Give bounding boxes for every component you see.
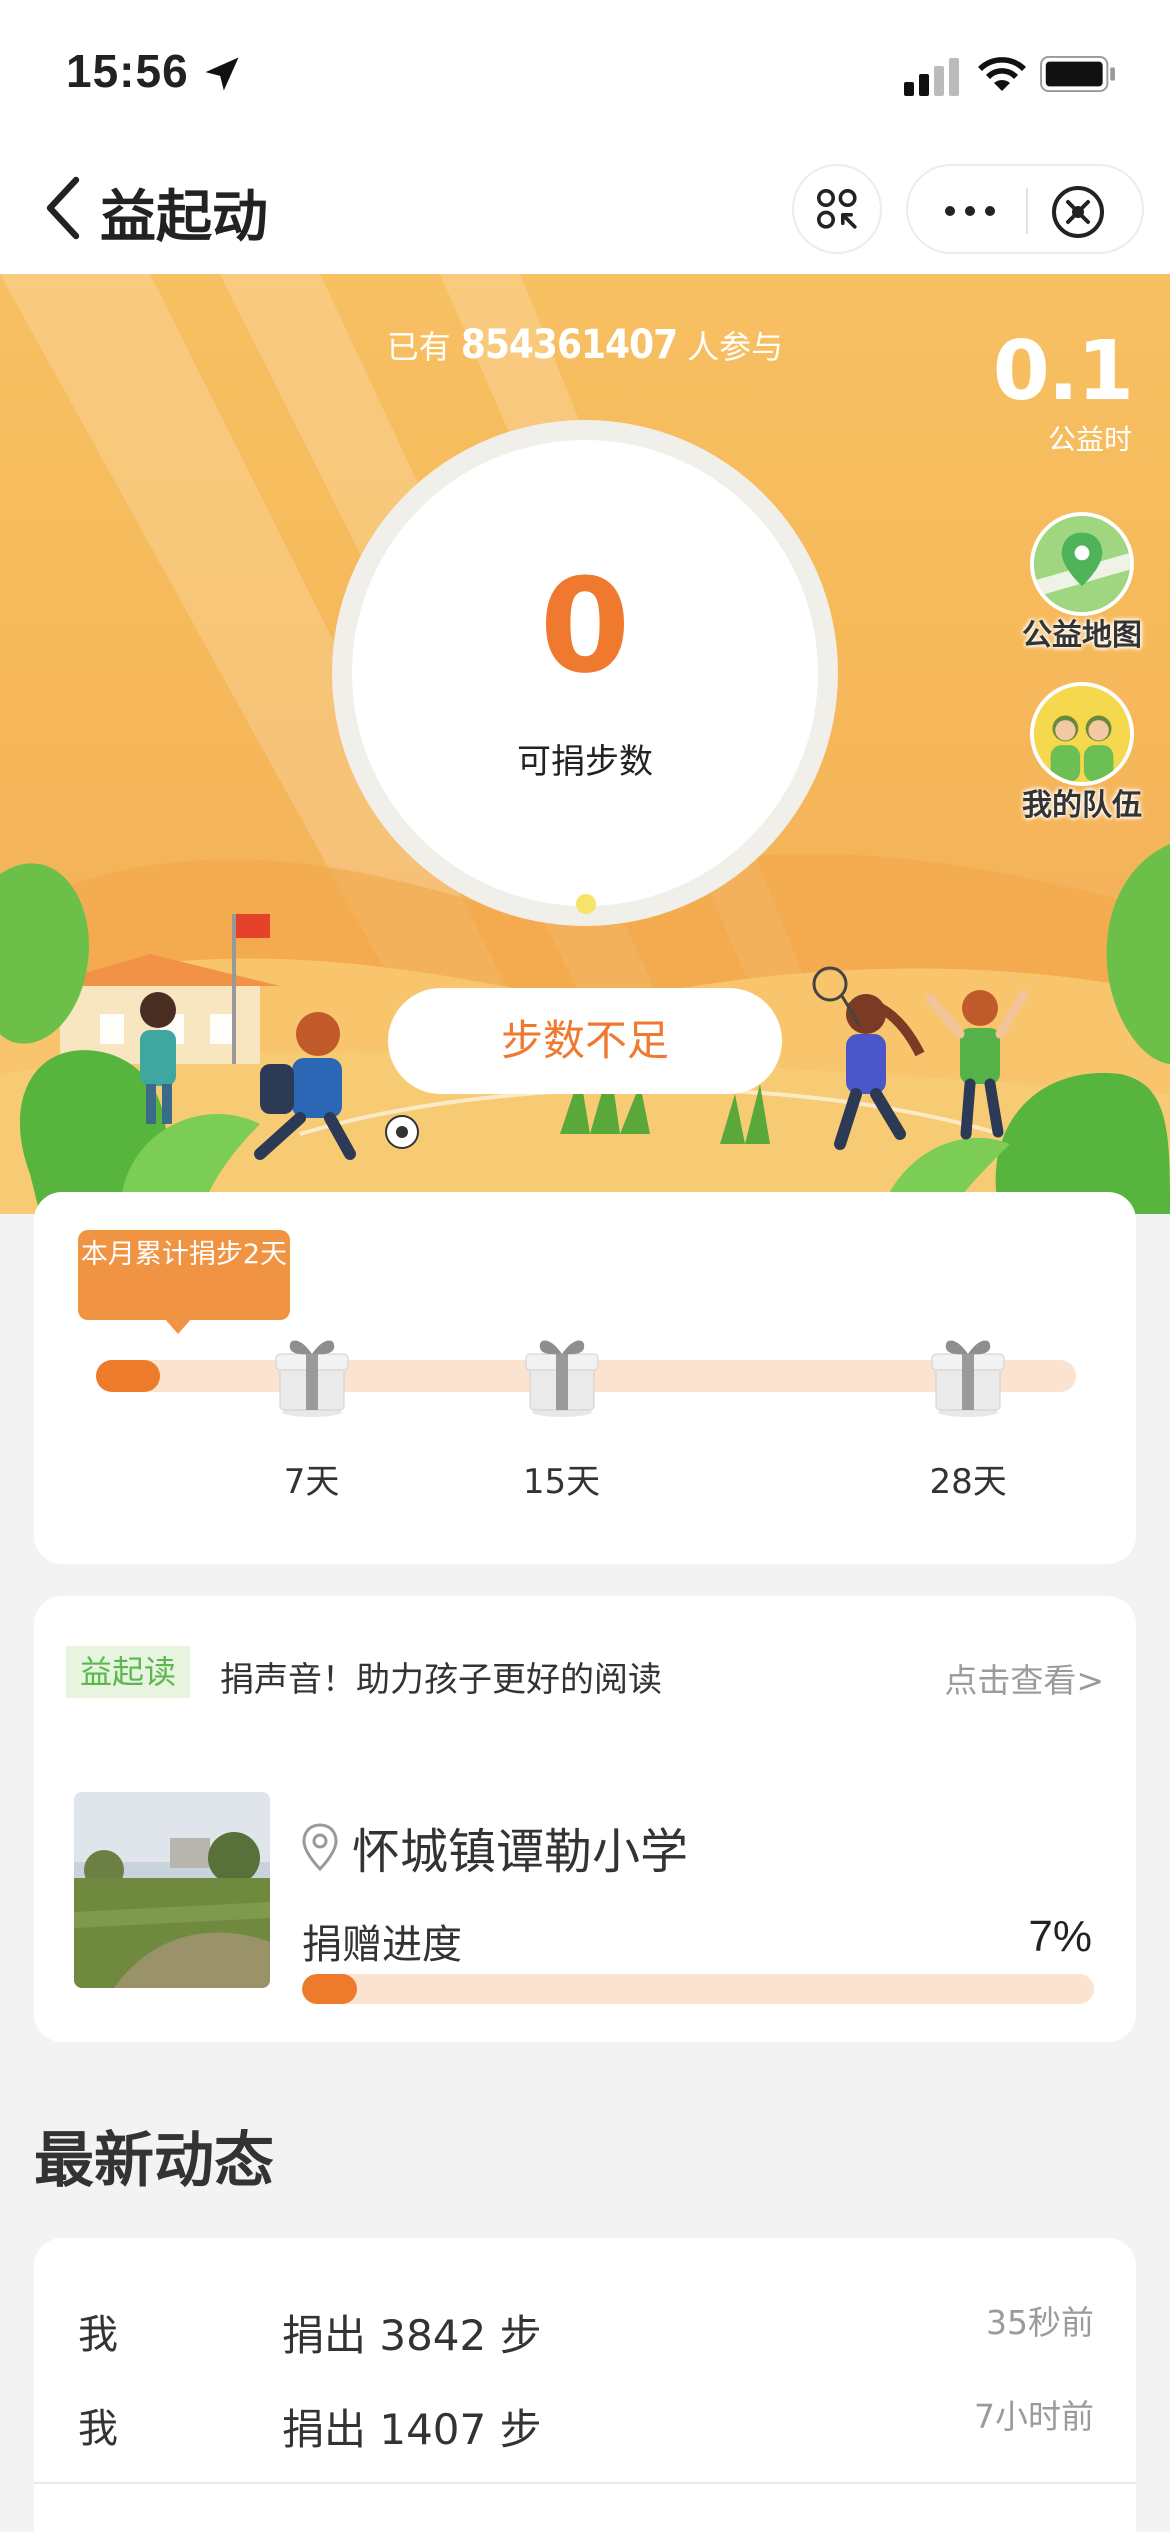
project-card[interactable]: 益起读 捐声音！助力孩子更好的阅读 点击查看> 怀城镇谭勒小学 捐赠进度 7% bbox=[34, 1596, 1136, 2042]
milestone-gift-icon[interactable] bbox=[270, 1328, 354, 1418]
status-time: 15:56 bbox=[66, 45, 189, 97]
donatable-steps-value: 0 bbox=[539, 550, 631, 702]
participants-number: 854361407 bbox=[460, 322, 678, 368]
milestone-gift-icon[interactable] bbox=[926, 1328, 1010, 1418]
my-team-label: 我的队伍 bbox=[1022, 788, 1142, 823]
my-team-button[interactable]: 我的队伍 bbox=[1012, 682, 1152, 824]
nav-bar: 益起动 bbox=[0, 150, 1170, 274]
team-people-icon bbox=[1034, 686, 1130, 782]
project-tag: 益起读 bbox=[66, 1646, 191, 1698]
close-circle-icon[interactable] bbox=[1050, 184, 1106, 240]
charity-map-button[interactable]: 公益地图 bbox=[1012, 512, 1152, 654]
news-action: 捐出 1407 步 bbox=[282, 2405, 542, 2454]
back-chevron-icon[interactable] bbox=[44, 176, 84, 240]
soccer-ball bbox=[385, 1115, 419, 1149]
mini-program-capsule bbox=[906, 164, 1144, 254]
project-headline: 捐声音！助力孩子更好的阅读 bbox=[220, 1660, 662, 1700]
milestone-label: 15天 bbox=[522, 1462, 601, 1502]
milestone-label: 7天 bbox=[283, 1462, 340, 1502]
welfare-hours[interactable]: 0.1 公益时 bbox=[972, 324, 1134, 458]
donatable-steps-label: 可捐步数 bbox=[517, 742, 653, 782]
more-dots-icon[interactable] bbox=[938, 196, 1002, 226]
capsule-divider bbox=[1026, 188, 1028, 234]
scan-button[interactable] bbox=[792, 164, 882, 254]
battery-icon bbox=[1040, 56, 1115, 92]
view-details-link[interactable]: 点击查看> bbox=[944, 1654, 1104, 1702]
location-pin-icon bbox=[302, 1823, 338, 1872]
news-time: 35秒前 bbox=[986, 2303, 1094, 2342]
school-name: 怀城镇谭勒小学 bbox=[352, 1824, 689, 1880]
school-photo-image bbox=[74, 1792, 270, 1988]
steps-ring-inner: 0 可捐步数 bbox=[352, 440, 818, 906]
team-icon-circle bbox=[1030, 682, 1134, 786]
insufficient-steps-button[interactable]: 步数不足 bbox=[388, 988, 782, 1094]
milestone-label: 28天 bbox=[929, 1462, 1007, 1502]
milestone-gift-icon[interactable] bbox=[520, 1328, 604, 1418]
steps-ring: 0 可捐步数 bbox=[332, 420, 838, 926]
welfare-hours-label: 公益时 bbox=[1047, 423, 1132, 456]
donation-progress-label: 捐赠进度 bbox=[302, 1922, 462, 1968]
participants-suffix: 人参与 bbox=[687, 328, 784, 366]
scan-icon bbox=[817, 189, 857, 229]
status-bar: 15:56 bbox=[0, 0, 1170, 150]
news-item: 我 捐出 1407 步 7小时前 bbox=[34, 2382, 1136, 2462]
news-time: 7小时前 bbox=[974, 2397, 1094, 2436]
monthly-progress-fill bbox=[96, 1360, 160, 1392]
news-user: 我 bbox=[78, 2312, 118, 2358]
donation-progress-percent: 7% bbox=[1028, 1912, 1092, 1961]
cellular-signal-icon bbox=[904, 58, 959, 96]
latest-news-card: 我 捐出 3842 步 35秒前 我 捐出 1407 步 7小时前 bbox=[34, 2238, 1136, 2532]
charity-map-label: 公益地图 bbox=[1022, 618, 1142, 653]
school-photo bbox=[74, 1792, 270, 1988]
wifi-icon bbox=[978, 57, 1026, 91]
hero-banner: 已有 854361407 人参与 0.1 公益时 0 可捐步数 公益地图 我的队… bbox=[0, 274, 1170, 1214]
map-icon-circle bbox=[1030, 512, 1134, 616]
donation-progress-fill bbox=[302, 1974, 357, 2004]
participants-prefix: 已有 bbox=[386, 328, 451, 366]
page-title: 益起动 bbox=[100, 185, 268, 250]
donation-progress-track bbox=[302, 1974, 1094, 2004]
ring-progress-dot bbox=[576, 894, 596, 914]
news-item: 我 捐出 3842 步 35秒前 bbox=[34, 2288, 1136, 2368]
latest-news-title: 最新动态 bbox=[34, 2126, 274, 2196]
monthly-donation-card: 本月累计捐步2天 7天 15天 28天 bbox=[34, 1192, 1136, 1564]
news-user: 我 bbox=[78, 2406, 118, 2452]
news-action: 捐出 3842 步 bbox=[282, 2311, 542, 2360]
monthly-days-tooltip: 本月累计捐步2天 bbox=[78, 1230, 290, 1334]
news-divider bbox=[34, 2482, 1136, 2484]
map-pin-icon bbox=[1034, 516, 1130, 612]
welfare-hours-value: 0.1 bbox=[992, 324, 1134, 419]
location-arrow-icon bbox=[205, 57, 239, 91]
